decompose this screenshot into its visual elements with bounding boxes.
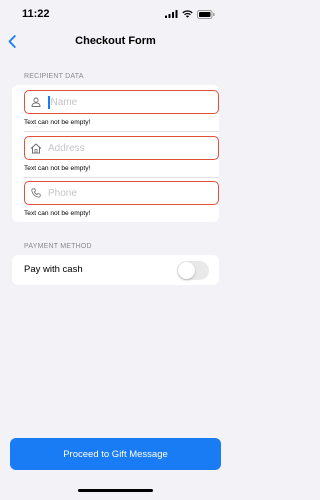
payment-section-header: PAYMENT METHOD (24, 243, 92, 250)
chevron-left-icon (8, 34, 16, 48)
address-error-text: Text can not be empty! (24, 165, 91, 172)
person-icon (27, 97, 45, 107)
status-bar: 11:22 (0, 0, 231, 28)
name-input[interactable] (50, 96, 211, 108)
proceed-button[interactable]: Proceed to Gift Message (10, 438, 221, 470)
phone-icon (27, 188, 45, 198)
pay-with-cash-label: Pay with cash (24, 264, 83, 275)
text-cursor (48, 95, 50, 109)
back-button[interactable] (4, 32, 20, 50)
status-time: 11:22 (22, 8, 50, 20)
divider (24, 131, 219, 132)
recipient-section-header: RECIPIENT DATA (24, 73, 84, 80)
battery-icon (197, 9, 215, 19)
pay-with-cash-toggle[interactable] (177, 261, 209, 280)
navigation-bar: Checkout Form (0, 28, 231, 54)
phone-error-text: Text can not be empty! (24, 210, 91, 217)
name-error-text: Text can not be empty! (24, 119, 91, 126)
recipient-card: Text can not be empty! Text can not be e… (12, 85, 219, 222)
name-field[interactable] (24, 90, 219, 114)
address-input[interactable] (48, 142, 208, 154)
signal-icon (165, 10, 178, 18)
house-icon (27, 143, 45, 154)
payment-card: Pay with cash (12, 255, 219, 285)
wifi-icon (182, 10, 193, 18)
divider (24, 177, 219, 178)
page-title: Checkout Form (75, 35, 156, 47)
home-indicator (78, 489, 153, 492)
toggle-knob (178, 262, 195, 279)
phone-field[interactable] (24, 181, 219, 205)
address-field[interactable] (24, 136, 219, 160)
status-icons (165, 9, 215, 19)
phone-input[interactable] (48, 187, 208, 199)
